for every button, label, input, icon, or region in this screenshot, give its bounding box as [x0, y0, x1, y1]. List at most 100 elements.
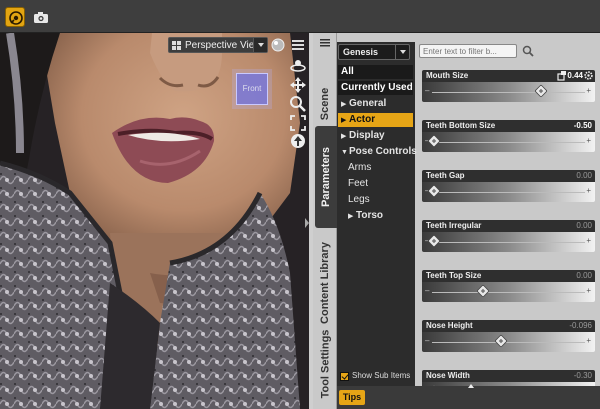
increment-icon[interactable]: + — [586, 337, 591, 345]
caret-right-icon[interactable]: ▶ — [341, 130, 349, 144]
tree-item[interactable]: Arms — [338, 161, 413, 175]
increment-icon[interactable]: + — [586, 137, 591, 145]
slider-knob[interactable] — [476, 284, 490, 298]
decrement-icon[interactable]: – — [425, 337, 429, 345]
tree-item[interactable]: ▶ General — [338, 97, 413, 111]
tree-item[interactable]: ▼Pose Controls — [338, 145, 417, 160]
tree-item-label: Arms — [348, 162, 372, 173]
tree-item[interactable]: Legs — [338, 193, 413, 207]
slider-value[interactable]: -0.30 — [574, 371, 592, 380]
slider-value[interactable]: 0.00 — [576, 171, 592, 180]
slider-track-area[interactable]: –+ — [422, 132, 595, 152]
slider-knob[interactable] — [534, 84, 548, 98]
slider-name: Nose Width — [426, 371, 470, 380]
slider-header: Nose Height -0.096 — [422, 320, 595, 332]
top-toolbar — [0, 0, 600, 33]
slider-header: Teeth Bottom Size -0.50 — [422, 120, 595, 132]
slider-track — [432, 92, 585, 93]
checkbox-icon[interactable] — [340, 372, 349, 381]
tree-item[interactable]: All — [338, 65, 413, 79]
render-button[interactable] — [31, 7, 51, 27]
slider-name: Nose Height — [426, 321, 473, 330]
slider-track-area[interactable]: –+ — [422, 82, 595, 102]
viewport-3d[interactable]: Perspective View Front — [0, 33, 309, 409]
tree-item[interactable]: ▶ Display — [338, 129, 413, 143]
slider-track-area[interactable]: –+ — [422, 232, 595, 252]
parameter-slider[interactable]: Teeth Gap 0.00 –+ — [422, 170, 595, 214]
show-sub-items-toggle[interactable]: Show Sub Items — [337, 370, 415, 384]
slider-value[interactable]: -0.50 — [574, 121, 592, 130]
pan-icon[interactable] — [289, 76, 307, 94]
slider-name: Teeth Top Size — [426, 271, 482, 280]
decrement-icon[interactable]: – — [425, 87, 429, 95]
slider-track-area[interactable]: –+ — [422, 332, 595, 352]
tips-button[interactable]: Tips — [339, 390, 365, 405]
slider-track — [432, 342, 585, 343]
view-cube[interactable]: Front — [236, 73, 268, 105]
slider-track-area[interactable]: –+ — [422, 282, 595, 302]
zoom-icon[interactable] — [289, 95, 307, 113]
filter-input[interactable] — [419, 44, 517, 58]
increment-icon[interactable]: + — [586, 237, 591, 245]
tree-item-label: Display — [349, 130, 385, 141]
vertical-tab-bar: Scene Parameters Content Library Tool Se… — [313, 33, 337, 409]
viewport-view-selector[interactable]: Perspective View — [168, 37, 268, 53]
parameter-slider[interactable]: Teeth Top Size 0.00– + — [422, 270, 595, 314]
grid-icon — [172, 41, 181, 50]
increment-icon[interactable]: + — [586, 287, 591, 295]
tree-item-label: General — [349, 98, 387, 109]
slider-track — [432, 192, 585, 193]
caret-right-icon[interactable]: ▶ — [348, 210, 356, 224]
tree-item-label: Currently Used — [341, 82, 413, 93]
slider-name: Teeth Irregular — [426, 221, 482, 230]
parameter-slider[interactable]: Mouth Size 0.44– + — [422, 70, 595, 114]
decrement-icon[interactable]: – — [425, 287, 429, 295]
tree-item[interactable]: ▶ Torso — [338, 209, 413, 223]
tree-item[interactable]: Currently Used — [338, 81, 413, 95]
slider-value[interactable]: 0.00 — [576, 271, 592, 280]
tree-item[interactable]: ▶ Actor — [338, 113, 413, 127]
view-cube-label: Front — [242, 84, 262, 93]
gear-icon[interactable] — [584, 71, 593, 80]
tree-item[interactable]: Feet — [338, 177, 413, 191]
tab-tool-settings[interactable]: Tool Settings — [313, 321, 337, 407]
slider-track-area[interactable]: –+ — [422, 182, 595, 202]
slider-value[interactable]: -0.096 — [569, 321, 592, 330]
increment-icon[interactable]: + — [586, 87, 591, 95]
slider-header: Mouth Size 0.44 — [422, 70, 595, 82]
chevron-down-icon[interactable] — [395, 45, 409, 59]
frame-icon[interactable] — [289, 114, 307, 132]
tree-item-label: Torso — [356, 210, 384, 221]
increment-icon[interactable]: + — [586, 187, 591, 195]
chevron-down-icon[interactable] — [253, 38, 267, 52]
search-icon[interactable] — [522, 45, 534, 57]
orbit-icon[interactable] — [289, 57, 307, 75]
show-sub-items-label: Show Sub Items — [352, 371, 411, 380]
caret-right-icon[interactable]: ▶ — [341, 98, 349, 112]
render-settings-button[interactable] — [5, 7, 25, 27]
parameter-slider[interactable]: Nose Width-0.30–+ — [422, 370, 595, 386]
reset-view-icon[interactable] — [289, 132, 307, 150]
slider-track — [432, 242, 585, 243]
tree-item-label: Actor — [349, 114, 376, 125]
parameter-slider[interactable]: Teeth Irregular 0.00 –+ — [422, 220, 595, 264]
slider-header: Teeth Irregular 0.00 — [422, 220, 595, 232]
slider-list: Mouth Size0.44–+Teeth Bottom Size-0.50–+… — [417, 64, 600, 386]
viewport-options-icon[interactable] — [289, 37, 307, 55]
slider-track — [432, 292, 585, 293]
caret-right-icon[interactable]: ▶ — [341, 114, 349, 128]
resize-handle[interactable] — [468, 384, 474, 388]
parameter-slider[interactable]: Nose Height -0.096– + — [422, 320, 595, 364]
render-settings-icon — [9, 11, 23, 25]
tab-parameters[interactable]: Parameters — [315, 126, 337, 228]
parameter-slider[interactable]: Teeth Bottom Size -0.50 –+ — [422, 120, 595, 164]
slider-knob[interactable] — [494, 334, 508, 348]
pane-menu-icon[interactable] — [319, 37, 331, 49]
slider-value[interactable]: 0.00 — [576, 221, 592, 230]
slider-name: Teeth Gap — [426, 171, 465, 180]
figure-selector[interactable]: Genesis — [338, 44, 410, 60]
slider-track — [432, 142, 585, 143]
slider-value[interactable]: 0.44 — [567, 71, 583, 80]
draw-style-icon[interactable] — [270, 37, 288, 55]
caret-down-icon[interactable]: ▼ — [341, 146, 349, 160]
